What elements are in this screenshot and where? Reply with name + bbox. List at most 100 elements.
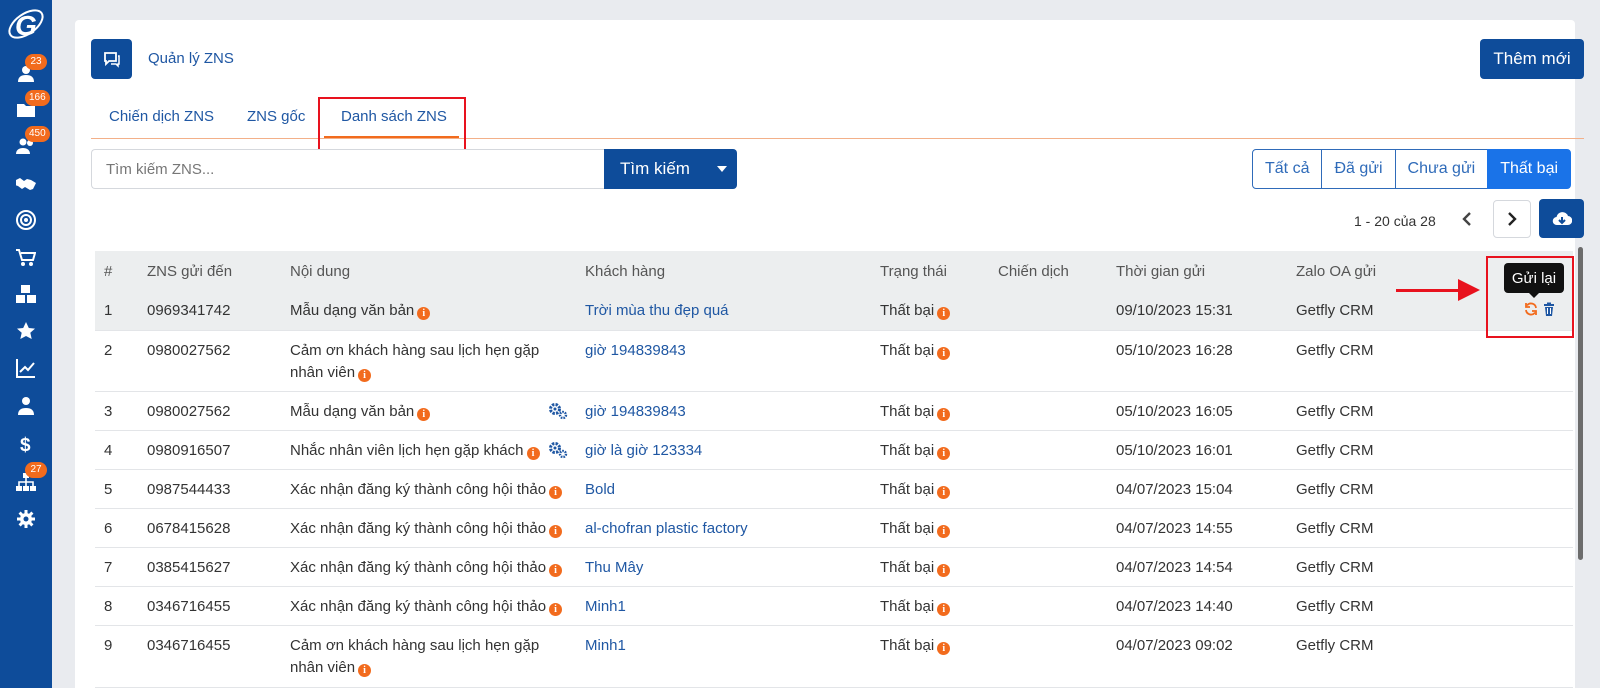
cell-index: 8 xyxy=(104,598,113,615)
page-title[interactable]: Quản lý ZNS xyxy=(148,50,234,67)
cell-customer-link[interactable]: giờ 194839843 xyxy=(585,401,686,423)
info-icon[interactable]: i xyxy=(937,603,951,616)
cell-customer-link[interactable]: giờ là giờ 123334 xyxy=(585,440,702,462)
cell-time: 04/07/2023 14:55 xyxy=(1116,520,1233,537)
cell-status: Thất bại xyxy=(880,481,935,498)
sidebar-item-organization[interactable]: 27 xyxy=(0,462,52,500)
sidebar-item-finance[interactable]: $ xyxy=(0,426,52,462)
cell-phone: 0385415627 xyxy=(147,559,231,576)
info-icon[interactable]: i xyxy=(937,642,951,655)
cell-status: Thất bại xyxy=(880,598,935,615)
table-scrollbar[interactable] xyxy=(1578,247,1583,560)
info-icon[interactable]: i xyxy=(549,603,563,616)
search-button[interactable]: Tìm kiếm xyxy=(604,149,706,189)
pagination-info: 1 - 20 của 28 xyxy=(1354,213,1436,229)
info-icon[interactable]: i xyxy=(417,307,431,320)
table-row[interactable]: 7 0385415627 Xác nhận đăng ký thành công… xyxy=(95,548,1573,587)
tabs-divider xyxy=(91,138,1584,139)
cell-customer-link[interactable]: Thu Mây xyxy=(585,557,643,579)
gear-icon xyxy=(17,510,35,528)
sidebar-item-goals[interactable] xyxy=(0,202,52,238)
sidebar-item-contacts[interactable]: 23 xyxy=(0,54,52,92)
cell-status: Thất bại xyxy=(880,442,935,459)
add-new-button[interactable]: Thêm mới xyxy=(1480,39,1584,79)
download-button[interactable] xyxy=(1539,199,1584,238)
info-icon[interactable]: i xyxy=(937,408,951,421)
info-icon[interactable]: i xyxy=(937,525,951,538)
sidebar-item-folders[interactable]: 166 xyxy=(0,90,52,128)
getfly-logo-icon[interactable]: G xyxy=(4,2,48,46)
info-icon[interactable]: i xyxy=(937,447,951,460)
table-row[interactable]: 4 0980916507 Nhắc nhân viên lịch hẹn gặp… xyxy=(95,431,1573,470)
sidebar-item-staff[interactable] xyxy=(0,388,52,424)
col-header-content: Nội dung xyxy=(290,263,351,280)
cell-status: Thất bại xyxy=(880,520,935,537)
gears-icon[interactable] xyxy=(548,441,568,459)
filter-failed-button[interactable]: Thất bại xyxy=(1487,149,1572,189)
table-row[interactable]: 5 0987544433 Xác nhận đăng ký thành công… xyxy=(95,470,1573,509)
col-header-oa: Zalo OA gửi xyxy=(1296,263,1377,280)
info-icon[interactable]: i xyxy=(937,347,951,360)
col-header-campaign: Chiến dịch xyxy=(998,263,1069,280)
prev-page-button[interactable] xyxy=(1450,200,1484,238)
target-icon xyxy=(16,210,36,230)
info-icon[interactable]: i xyxy=(937,307,951,320)
sidebar-item-products[interactable] xyxy=(0,276,52,312)
search-dropdown-toggle[interactable] xyxy=(706,149,737,189)
filter-unsent-button[interactable]: Chưa gửi xyxy=(1394,149,1489,189)
info-icon[interactable]: i xyxy=(549,486,563,499)
table-row[interactable]: 2 0980027562 Cảm ơn khách hàng sau lịch … xyxy=(95,331,1573,392)
info-icon[interactable]: i xyxy=(358,664,372,677)
cell-customer-link[interactable]: Trời mùa thu đẹp quá xyxy=(585,300,729,322)
tab-zns-templates[interactable]: ZNS gốc xyxy=(247,108,305,125)
table-row[interactable]: 8 0346716455 Xác nhận đăng ký thành công… xyxy=(95,587,1573,626)
filter-all-button[interactable]: Tất cả xyxy=(1252,149,1323,189)
cell-content: Xác nhận đăng ký thành công hội thảo xyxy=(290,520,547,537)
cell-phone: 0980027562 xyxy=(147,342,231,359)
filter-sent-button[interactable]: Đã gửi xyxy=(1321,149,1396,189)
gears-icon[interactable] xyxy=(548,402,568,420)
info-icon[interactable]: i xyxy=(417,408,431,421)
sidebar-item-settings[interactable] xyxy=(0,501,52,537)
cell-customer-link[interactable]: al-chofran plastic factory xyxy=(585,518,748,540)
cell-phone: 0346716455 xyxy=(147,598,231,615)
cell-customer-link[interactable]: Minh1 xyxy=(585,635,626,657)
info-icon[interactable]: i xyxy=(937,564,951,577)
sidebar-item-orders[interactable] xyxy=(0,240,52,276)
badge-organization: 27 xyxy=(25,462,47,478)
tab-campaigns[interactable]: Chiến dịch ZNS xyxy=(109,108,214,125)
cell-status: Thất bại xyxy=(880,559,935,576)
next-page-button[interactable] xyxy=(1493,200,1531,238)
cell-phone: 0969341742 xyxy=(147,302,231,319)
info-icon[interactable]: i xyxy=(358,369,372,382)
info-icon[interactable]: i xyxy=(526,447,540,460)
table-row[interactable]: 3 0980027562 Mẫu dạng văn bản i giờ 19483… xyxy=(95,392,1573,431)
search-input[interactable] xyxy=(91,149,604,189)
table-row[interactable]: 1 0969341742 Mẫu dạng văn bản i Trời mùa … xyxy=(95,291,1573,331)
svg-text:G: G xyxy=(15,10,37,41)
col-header-index: # xyxy=(104,263,113,280)
sidebar-item-favorites[interactable] xyxy=(0,313,52,349)
cell-customer-link[interactable]: Bold xyxy=(585,479,615,501)
sidebar-item-deals[interactable] xyxy=(0,166,52,202)
cell-oa: Getfly CRM xyxy=(1296,403,1374,420)
annotation-highlight-tab xyxy=(318,97,466,151)
info-icon[interactable]: i xyxy=(937,486,951,499)
cell-time: 05/10/2023 16:01 xyxy=(1116,442,1233,459)
cell-status: Thất bại xyxy=(880,637,935,654)
sidebar-item-reports[interactable] xyxy=(0,350,52,386)
cloud-download-icon xyxy=(1552,211,1572,225)
cell-customer-link[interactable]: giờ 194839843 xyxy=(585,340,686,362)
zns-title-icon-box xyxy=(91,39,132,79)
cell-content: Cảm ơn khách hàng sau lịch hẹn gặp nhân … xyxy=(290,342,540,381)
table-row[interactable]: 9 0346716455 Cảm ơn khách hàng sau lịch … xyxy=(95,626,1573,688)
info-icon[interactable]: i xyxy=(549,525,563,538)
cart-icon xyxy=(16,249,36,266)
chat-icon xyxy=(103,52,120,68)
col-header-customer: Khách hàng xyxy=(585,263,666,280)
cell-customer-link[interactable]: Minh1 xyxy=(585,596,626,618)
cell-phone: 0987544433 xyxy=(147,481,231,498)
table-row[interactable]: 6 0678415628 Xác nhận đăng ký thành công… xyxy=(95,509,1573,548)
sidebar-item-users[interactable]: 450 xyxy=(0,126,52,164)
info-icon[interactable]: i xyxy=(549,564,563,577)
